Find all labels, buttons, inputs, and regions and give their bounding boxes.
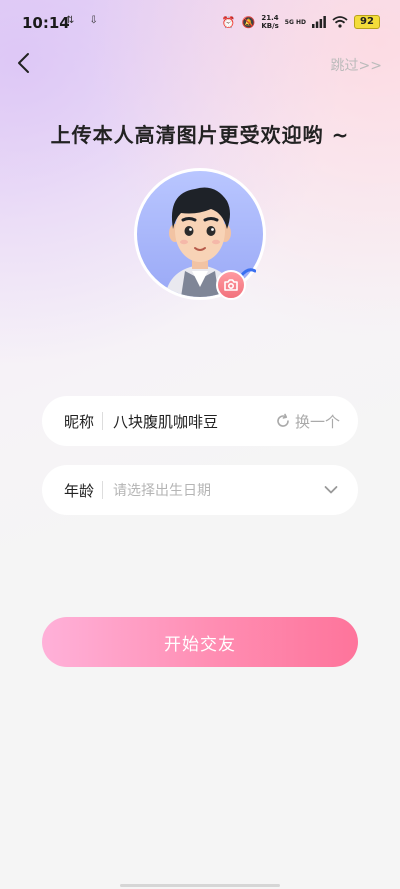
start-friending-button[interactable]: 开始交友 bbox=[42, 617, 358, 667]
transfer-icons: ⇅ ⇩ bbox=[66, 15, 104, 26]
nickname-input[interactable]: 八块腹肌咖啡豆 bbox=[113, 411, 275, 432]
nickname-field[interactable]: 昵称 八块腹肌咖啡豆 换一个 bbox=[42, 396, 358, 446]
battery-indicator: 92 bbox=[354, 15, 380, 29]
change-nickname-button[interactable]: 换一个 bbox=[275, 411, 340, 432]
back-arrow-icon bbox=[18, 53, 29, 73]
home-indicator bbox=[120, 884, 280, 887]
page-title: 上传本人高清图片更受欢迎哟 ~ bbox=[50, 123, 350, 147]
avatar[interactable] bbox=[134, 168, 266, 300]
field-divider bbox=[102, 481, 103, 499]
mute-icon: 🔕 bbox=[241, 15, 256, 29]
back-button[interactable] bbox=[12, 50, 36, 76]
chevron-down-icon[interactable] bbox=[324, 485, 338, 495]
change-nickname-label: 换一个 bbox=[294, 412, 340, 431]
status-right-group: ⏰ 🔕 21.4 KB/s 5G HD 92 bbox=[222, 14, 380, 30]
alarm-icon: ⏰ bbox=[221, 15, 236, 29]
avatar-upload[interactable] bbox=[134, 168, 266, 300]
network-speed-unit: KB/s bbox=[261, 22, 279, 30]
status-time: 10:14 bbox=[22, 14, 70, 32]
signal-icon bbox=[312, 16, 326, 28]
camera-icon bbox=[224, 279, 238, 291]
age-label: 年龄 bbox=[64, 481, 95, 500]
nickname-label: 昵称 bbox=[64, 412, 95, 431]
age-field[interactable]: 年龄 请选择出生日期 bbox=[42, 465, 358, 515]
birthdate-select[interactable]: 请选择出生日期 bbox=[113, 480, 324, 500]
wifi-icon bbox=[332, 16, 348, 28]
field-divider bbox=[102, 412, 103, 430]
network-speed-value: 21.4 bbox=[261, 14, 279, 22]
skip-button[interactable]: 跳过>> bbox=[331, 55, 382, 75]
refresh-icon bbox=[277, 413, 289, 427]
status-bar: 10:14 ⇅ ⇩ ⏰ 🔕 21.4 KB/s 5G HD 92 bbox=[0, 0, 400, 48]
camera-button[interactable] bbox=[216, 270, 246, 300]
network-type: 5G HD bbox=[284, 18, 306, 26]
network-speed: 21.4 KB/s bbox=[261, 14, 278, 30]
